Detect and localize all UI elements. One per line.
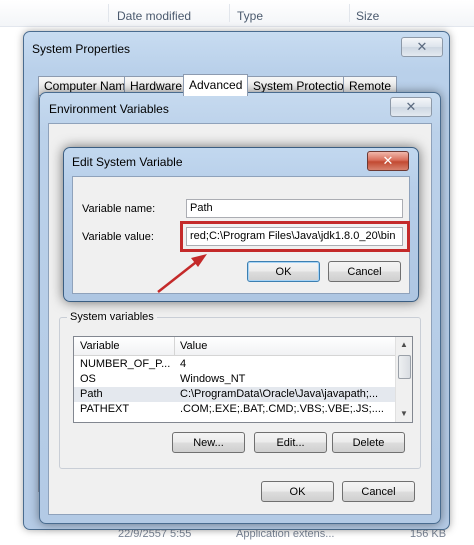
column-type[interactable]: Type: [237, 9, 263, 23]
dialog-title: Edit System Variable: [72, 155, 183, 169]
variable-name-label: Variable name:: [82, 203, 156, 215]
tab-advanced[interactable]: Advanced: [183, 74, 249, 96]
variable-cell: NUMBER_OF_P...: [80, 358, 171, 370]
column-value[interactable]: Value: [180, 340, 207, 352]
cancel-button[interactable]: Cancel: [328, 261, 401, 282]
value-cell: 4: [180, 358, 187, 370]
close-button[interactable]: ✕: [367, 151, 409, 171]
system-variables-list[interactable]: Variable Value NUMBER_OF_P... 4 OS Windo…: [73, 336, 413, 423]
column-separator: [108, 4, 109, 22]
explorer-row-size: 156 KB: [410, 528, 447, 540]
close-button[interactable]: ✕: [401, 37, 443, 57]
column-date-modified[interactable]: Date modified: [117, 9, 191, 23]
list-item[interactable]: OS Windows_NT: [74, 372, 396, 387]
cancel-button[interactable]: Cancel: [342, 481, 415, 502]
close-icon: ✕: [382, 153, 394, 169]
variable-cell: PATHEXT: [80, 403, 130, 415]
explorer-column-header: Date modified Type Size: [0, 0, 474, 27]
system-variables-label: System variables: [67, 311, 157, 323]
list-header: Variable Value: [74, 337, 396, 356]
variable-name-input[interactable]: Path: [186, 199, 403, 218]
edit-button[interactable]: Edit...: [254, 432, 327, 453]
variable-cell: OS: [80, 373, 96, 385]
scroll-down-icon[interactable]: ▼: [396, 407, 412, 421]
column-separator: [174, 337, 175, 355]
scroll-up-icon[interactable]: ▲: [396, 338, 412, 352]
variable-value-label: Variable value:: [82, 231, 154, 243]
close-button[interactable]: ✕: [390, 97, 432, 117]
column-size[interactable]: Size: [356, 9, 379, 23]
value-cell: Windows_NT: [180, 373, 246, 385]
explorer-row-date: 22/9/2557 5:55: [118, 528, 192, 540]
column-separator: [229, 4, 230, 22]
explorer-row-type: Application extens...: [236, 528, 335, 540]
new-button[interactable]: New...: [172, 432, 245, 453]
column-variable[interactable]: Variable: [80, 340, 120, 352]
close-icon: ✕: [416, 39, 428, 55]
vertical-scrollbar[interactable]: ▲ ▼: [395, 337, 412, 422]
variable-cell: Path: [80, 388, 103, 400]
value-cell: .COM;.EXE;.BAT;.CMD;.VBS;.VBE;.JS;....: [180, 403, 384, 415]
column-separator: [349, 4, 350, 22]
dialog-title: Environment Variables: [49, 102, 169, 116]
value-cell: C:\ProgramData\Oracle\Java\javapath;...: [180, 388, 379, 400]
window-title: System Properties: [32, 42, 131, 56]
value-highlight-box: [180, 221, 410, 252]
delete-button[interactable]: Delete: [332, 432, 405, 453]
ok-button[interactable]: OK: [247, 261, 320, 282]
list-item[interactable]: PATHEXT .COM;.EXE;.BAT;.CMD;.VBS;.VBE;.J…: [74, 402, 396, 417]
scroll-thumb[interactable]: [398, 355, 411, 379]
close-icon: ✕: [405, 99, 417, 115]
list-item-selected[interactable]: Path C:\ProgramData\Oracle\Java\javapath…: [74, 387, 396, 402]
ok-button[interactable]: OK: [261, 481, 334, 502]
list-item[interactable]: NUMBER_OF_P... 4: [74, 357, 396, 372]
